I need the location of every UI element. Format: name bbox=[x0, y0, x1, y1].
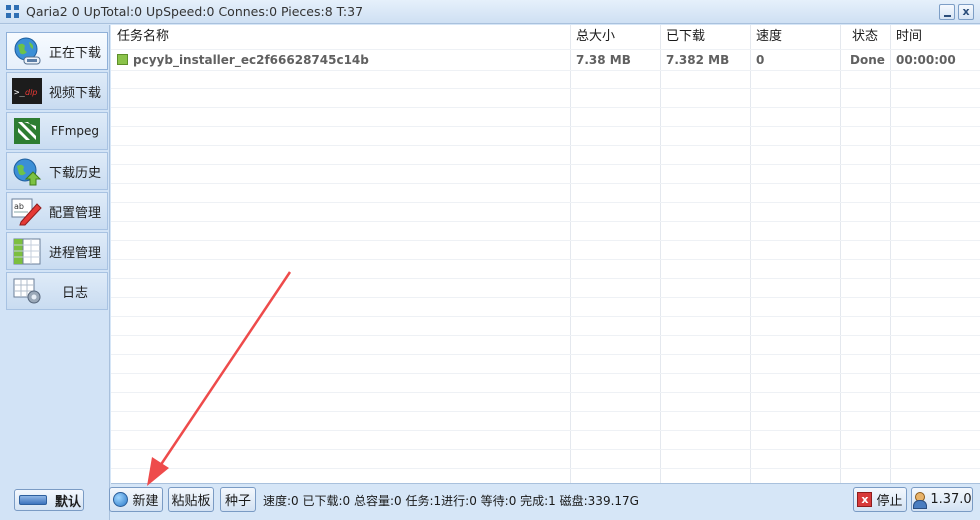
default-button-label: 默认 bbox=[55, 494, 82, 510]
column-header-total-size[interactable]: 总大小 bbox=[570, 25, 615, 49]
globe-download-icon bbox=[11, 36, 43, 66]
default-button[interactable]: 默认 bbox=[14, 489, 84, 511]
window-title: Qaria2 0 UpTotal:0 UpSpeed:0 Connes:0 Pi… bbox=[26, 4, 364, 19]
bottom-toolbar: 新建 粘贴板 种子 速度:0 已下载:0 总容量:0 任务:1进行:0 等待:0… bbox=[109, 483, 980, 520]
column-header-time[interactable]: 时间 bbox=[890, 25, 922, 49]
seed-label: 种子 bbox=[224, 494, 251, 509]
sidebar-item-ffmpeg[interactable]: FFmpeg bbox=[6, 112, 108, 150]
stop-label: 停止 bbox=[876, 494, 903, 509]
sidebar-item-label: 正在下载 bbox=[48, 45, 101, 61]
version-label: 1.37.0 bbox=[930, 492, 972, 507]
task-size: 7.38 MB bbox=[576, 53, 631, 67]
user-icon bbox=[912, 491, 928, 509]
minimize-button[interactable] bbox=[939, 4, 955, 20]
task-downloaded: 7.382 MB bbox=[666, 53, 730, 67]
column-header-name[interactable]: 任务名称 bbox=[111, 25, 169, 49]
default-bar-icon bbox=[19, 495, 47, 505]
sidebar-item-label: 进程管理 bbox=[48, 245, 101, 261]
column-header-speed[interactable]: 速度 bbox=[750, 25, 782, 49]
globe-history-icon bbox=[11, 156, 43, 186]
clipboard-label: 粘贴板 bbox=[171, 494, 211, 509]
sidebar-item-video-download[interactable]: >_ dlp 视频下载 bbox=[6, 72, 108, 110]
task-time: 00:00:00 bbox=[896, 53, 956, 67]
version-button[interactable]: 1.37.0 bbox=[911, 487, 973, 512]
new-task-button[interactable]: 新建 bbox=[109, 487, 163, 512]
sidebar-item-config[interactable]: ab 配置管理 bbox=[6, 192, 108, 230]
sidebar-item-label: 视频下载 bbox=[48, 85, 101, 101]
log-settings-icon bbox=[11, 276, 43, 306]
edit-config-icon: ab bbox=[11, 196, 43, 226]
task-speed: 0 bbox=[756, 53, 765, 67]
process-grid-icon bbox=[11, 236, 43, 266]
sidebar-item-log[interactable]: 日志 bbox=[6, 272, 108, 310]
task-name: pcyyb_installer_ec2f66628745c14b bbox=[133, 53, 369, 67]
clipboard-button[interactable]: 粘贴板 bbox=[168, 487, 214, 512]
svg-text:dlp: dlp bbox=[25, 88, 37, 97]
sidebar-item-label: FFmpeg bbox=[50, 124, 100, 138]
sidebar: 正在下载 >_ dlp 视频下载 FFmpeg 下载历史 ab 配置管理 进程管… bbox=[0, 25, 110, 520]
app-icon bbox=[6, 5, 20, 19]
column-header-status[interactable]: 状态 bbox=[846, 25, 878, 49]
task-status: Done bbox=[850, 53, 885, 67]
svg-text:>_: >_ bbox=[14, 88, 25, 98]
status-summary: 速度:0 已下载:0 总容量:0 任务:1进行:0 等待:0 完成:1 磁盘:3… bbox=[263, 494, 639, 508]
stop-icon: x bbox=[857, 492, 873, 507]
close-button[interactable]: x bbox=[958, 4, 974, 20]
sidebar-item-process[interactable]: 进程管理 bbox=[6, 232, 108, 270]
title-bar: Qaria2 0 UpTotal:0 UpSpeed:0 Connes:0 Pi… bbox=[0, 0, 980, 24]
sidebar-item-history[interactable]: 下载历史 bbox=[6, 152, 108, 190]
file-status-icon bbox=[117, 54, 128, 65]
sidebar-item-label: 配置管理 bbox=[48, 205, 101, 221]
sidebar-item-label: 日志 bbox=[61, 285, 88, 301]
ffmpeg-icon bbox=[11, 116, 43, 146]
new-task-label: 新建 bbox=[132, 494, 159, 509]
column-header-downloaded[interactable]: 已下载 bbox=[660, 25, 705, 49]
stop-button[interactable]: x 停止 bbox=[853, 487, 907, 512]
task-table: 任务名称 总大小 已下载 速度 状态 时间 pcyyb_installer_ec… bbox=[111, 25, 980, 483]
ytdlp-terminal-icon: >_ dlp bbox=[11, 76, 43, 106]
sidebar-item-label: 下载历史 bbox=[48, 165, 101, 181]
globe-icon bbox=[113, 492, 129, 507]
sidebar-item-downloading[interactable]: 正在下载 bbox=[6, 32, 108, 70]
svg-text:ab: ab bbox=[14, 202, 24, 211]
seed-button[interactable]: 种子 bbox=[220, 487, 256, 512]
